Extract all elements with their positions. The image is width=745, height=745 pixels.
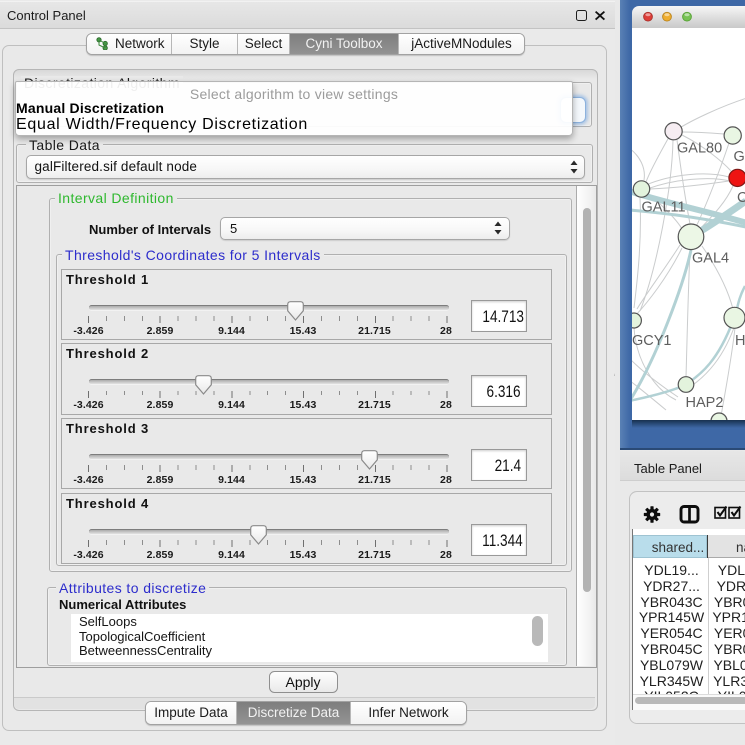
svg-text:C: C (737, 190, 745, 206)
svg-text:GAL4: GAL4 (692, 250, 729, 266)
svg-text:HAP2: HAP2 (686, 395, 724, 411)
svg-text:GAL80: GAL80 (677, 140, 722, 156)
svg-text:GAL11: GAL11 (642, 199, 686, 215)
svg-text:GCY1: GCY1 (632, 333, 672, 349)
svg-text:G.: G. (734, 149, 745, 165)
svg-text:H: H (735, 333, 745, 349)
